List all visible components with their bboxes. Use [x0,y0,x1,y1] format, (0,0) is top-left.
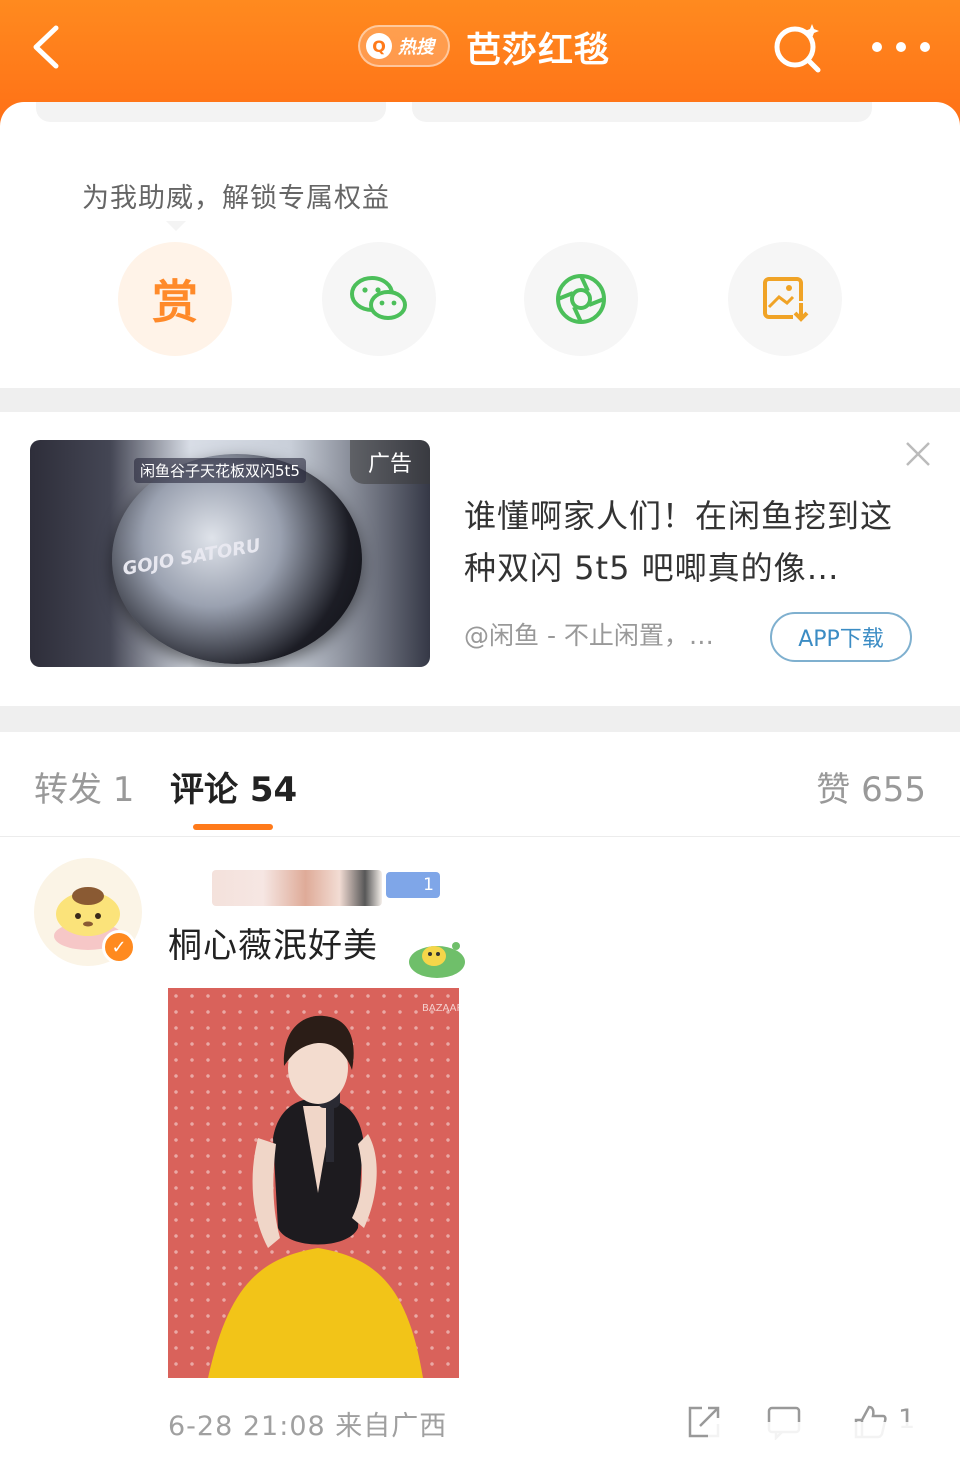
hot-search-badge[interactable]: Q 热搜 [358,25,450,67]
back-button[interactable] [26,22,70,72]
more-button[interactable] [872,30,930,64]
comment-text: 桐心薇泯好美 [168,926,378,966]
tab-comment[interactable]: 评论 54 [170,762,297,811]
comment-photo[interactable]: BAZAAR [168,988,459,1378]
support-prompt: 为我助威，解锁专属权益 [82,183,390,214]
reward-button[interactable]: 赏 [118,242,232,356]
refresh-search-icon [774,24,821,73]
wechat-icon [350,276,407,320]
share-wechat-button[interactable] [322,242,436,356]
more-dot [896,42,906,52]
ad-source: @闲鱼 - 不止闲置，… [464,621,714,650]
save-image-icon [763,277,809,322]
more-dot [872,42,882,52]
ad-title[interactable]: 谁懂啊家人们！在闲鱼挖到这种双闪 5t5 吧唧真的像… [464,490,924,594]
save-image-button[interactable] [728,242,842,356]
section-divider [0,388,960,412]
woman-yellow-dress-figure [208,1015,423,1378]
comment-meta: 6-28 21:08 来自广西 [168,1411,448,1442]
tab-like[interactable]: 赞 655 [816,762,926,811]
tooltip-pointer [166,221,186,231]
section-divider [0,706,960,732]
frog-sticker-icon [404,926,470,982]
more-dot [920,42,930,52]
hot-search-label: 热搜 [398,37,434,58]
tab-repost[interactable]: 转发 1 [34,762,134,811]
hot-search-q: Q [366,33,392,59]
ad-tag: 广告 [350,440,430,484]
close-icon [906,442,930,466]
verified-badge: ✓ [102,930,136,964]
user-name-redacted[interactable] [212,870,382,906]
moments-icon [556,274,606,324]
blur-overlay [708,1422,960,1461]
ad-download-button[interactable]: APP下载 [770,612,912,662]
ad-close-button[interactable] [904,440,932,468]
reward-icon: 赏 [152,275,198,329]
ad-image-caption: 闲鱼谷子天花板双闪5t5 [134,458,306,483]
active-tab-indicator [193,824,273,830]
ad-image[interactable]: 闲鱼谷子天花板双闪5t5 GOJO SATORU 广告 [30,440,430,667]
page-title[interactable]: 芭莎红毯 [466,22,610,73]
hashtag-chip-clipped[interactable] [36,102,386,122]
back-arrow-icon [33,25,59,69]
tabs-divider [0,836,960,837]
support-card: 为我助威，解锁专属权益 赏 [0,102,960,388]
hashtag-chip-clipped[interactable] [412,102,872,122]
share-moments-button[interactable] [524,242,638,356]
user-level-badge: 1 [386,872,440,898]
refresh-search-button[interactable] [768,18,826,76]
